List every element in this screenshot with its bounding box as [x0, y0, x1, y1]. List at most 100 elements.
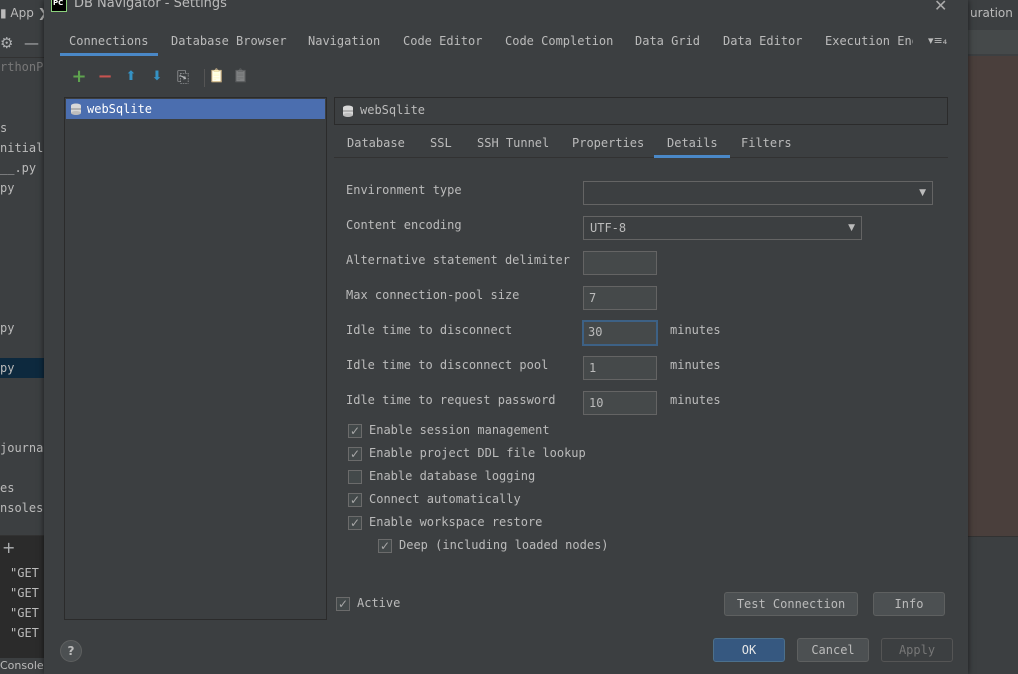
apply-button[interactable]: Apply	[881, 638, 953, 662]
tree-item-selected[interactable]: py	[0, 358, 44, 378]
dialog-title: DB Navigator - Settings	[74, 0, 227, 11]
test-connection-button[interactable]: Test Connection	[724, 592, 858, 616]
checkbox-label: Connect automatically	[369, 492, 521, 506]
help-button[interactable]: ?	[60, 640, 82, 662]
idle-disconnect-pool-input[interactable]: 1	[583, 356, 657, 380]
tree-item[interactable]: py	[0, 318, 14, 338]
max-pool-label: Max connection-pool size	[346, 288, 520, 302]
idle-disconnect-input[interactable]: 30	[582, 320, 658, 346]
idle-disconnect-label: Idle time to disconnect	[346, 323, 513, 337]
chevron-down-icon: ▼	[848, 223, 855, 233]
tab-details[interactable]: Details	[654, 130, 730, 158]
tab-database-browser[interactable]: Database Browser	[171, 28, 287, 56]
tab-database[interactable]: Database	[347, 130, 405, 158]
alt-delimiter-label: Alternative statement delimiter	[346, 253, 570, 267]
move-down-icon[interactable]: ⬇	[146, 66, 168, 88]
checkbox-box: ✓	[336, 597, 350, 611]
tab-navigation[interactable]: Navigation	[308, 28, 380, 56]
cancel-button[interactable]: Cancel	[797, 638, 869, 662]
tabs-overflow-icon[interactable]: ▾≡₄	[928, 34, 947, 47]
dialog-title-bar: PC DB Navigator - Settings ✕	[44, 0, 968, 20]
checkbox-label: Enable project DDL file lookup	[369, 446, 586, 460]
pycharm-icon: PC	[51, 0, 67, 12]
idle-disconnect-pool-label: Idle time to disconnect pool	[346, 358, 549, 372]
content-encoding-label: Content encoding	[346, 218, 462, 232]
info-button[interactable]: Info	[873, 592, 945, 616]
tree-item[interactable]: s	[0, 118, 7, 138]
tree-item[interactable]: nsoles	[0, 498, 43, 518]
checkbox-box: ✓	[348, 447, 362, 461]
toolbar-separator	[204, 69, 205, 87]
tree-item[interactable]: es	[0, 478, 14, 498]
content-encoding-value: UTF-8	[590, 221, 627, 235]
app-breadcrumb-label: App	[10, 6, 34, 20]
connection-header-title: webSqlite	[360, 103, 426, 117]
tab-connections[interactable]: Connections	[60, 28, 158, 56]
connection-sub-tabs: Database SSL SSH Tunnel Properties Detai…	[334, 130, 948, 158]
content-encoding-select[interactable]: UTF-8 ▼	[583, 216, 862, 240]
minimize-icon[interactable]: —	[24, 34, 39, 52]
run-panel: +	[0, 535, 44, 674]
app-breadcrumb[interactable]: ▮ App ❯	[0, 6, 44, 20]
log-line: "GET	[10, 586, 39, 600]
tree-item[interactable]: journal	[0, 438, 44, 458]
log-line: "GET	[10, 566, 39, 580]
tab-execution-engine[interactable]: Execution Eng	[825, 28, 913, 56]
database-icon	[71, 103, 81, 115]
copy-icon[interactable]: ⎘	[172, 66, 194, 88]
ide-right-panel: uration	[968, 0, 1018, 674]
environment-type-select[interactable]: ▼	[583, 181, 933, 205]
project-tool-row: ⚙ —	[0, 30, 44, 58]
add-icon[interactable]: +	[2, 538, 15, 557]
log-line: "GET	[10, 626, 39, 640]
idle-password-unit: minutes	[670, 393, 721, 407]
run-configuration-label[interactable]: uration	[970, 6, 1013, 20]
tree-item[interactable]: nitial.	[0, 138, 44, 158]
remove-connection-icon[interactable]: −	[94, 66, 116, 88]
checkbox-box: ✓	[348, 493, 362, 507]
paste-disabled-icon[interactable]: 📋	[230, 66, 252, 88]
idle-password-input[interactable]: 10	[583, 391, 657, 415]
idle-disconnect-pool-unit: minutes	[670, 358, 721, 372]
alt-delimiter-input[interactable]	[583, 251, 657, 275]
paste-icon[interactable]: 📋	[206, 66, 228, 88]
checkbox-label: Active	[357, 596, 401, 610]
idle-password-label: Idle time to request password	[346, 393, 556, 407]
connection-header: webSqlite	[334, 97, 948, 125]
ok-button[interactable]: OK	[713, 638, 785, 662]
tab-code-completion[interactable]: Code Completion	[505, 28, 613, 56]
chevron-down-icon: ▼	[919, 188, 926, 198]
environment-type-label: Environment type	[346, 183, 462, 197]
checkbox-box: ✓	[348, 516, 362, 530]
check-icon: ✓	[350, 424, 361, 438]
settings-tabs: Connections Database Browser Navigation …	[44, 28, 968, 56]
connections-list: webSqlite	[64, 97, 327, 620]
tree-item[interactable]: __.py	[0, 158, 36, 178]
gear-icon[interactable]: ⚙	[0, 34, 13, 52]
pycharm-icon-text: PC	[53, 0, 64, 7]
max-pool-input[interactable]: 7	[583, 286, 657, 310]
check-icon: ✓	[350, 516, 361, 530]
tree-item[interactable]: py	[0, 178, 14, 198]
connection-name: webSqlite	[87, 102, 153, 116]
editor-area	[968, 56, 1018, 536]
move-up-icon[interactable]: ⬆	[120, 66, 142, 88]
connection-item[interactable]: webSqlite	[66, 99, 325, 119]
tab-filters[interactable]: Filters	[741, 130, 792, 158]
tab-data-editor[interactable]: Data Editor	[723, 28, 802, 56]
editor-tab-strip	[968, 30, 1018, 54]
check-icon: ✓	[350, 447, 361, 461]
console-tab[interactable]: Console	[0, 658, 44, 674]
checkbox-label: Enable database logging	[369, 469, 536, 483]
tab-ssh-tunnel[interactable]: SSH Tunnel	[477, 130, 549, 158]
close-icon[interactable]: ✕	[934, 0, 947, 15]
tab-ssl[interactable]: SSL	[430, 130, 452, 158]
checkbox-box: ✓	[348, 470, 362, 484]
check-icon: ✓	[350, 493, 361, 507]
add-connection-icon[interactable]: +	[68, 66, 90, 88]
tab-data-grid[interactable]: Data Grid	[635, 28, 700, 56]
tab-code-editor[interactable]: Code Editor	[403, 28, 482, 56]
idle-disconnect-unit: minutes	[670, 323, 721, 337]
checkbox-label: Deep (including loaded nodes)	[399, 538, 609, 552]
tab-properties[interactable]: Properties	[572, 130, 644, 158]
